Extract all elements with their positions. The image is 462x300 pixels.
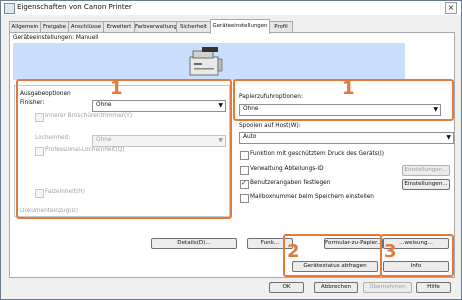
mailbox-checkbox[interactable]: [240, 194, 249, 203]
department-id-checkbox[interactable]: [240, 166, 249, 175]
close-button[interactable]: ×: [445, 2, 457, 14]
ok-button[interactable]: OK: [269, 282, 304, 293]
chevron-down-icon: ▼: [446, 134, 451, 141]
mailbox-label: Mailboxnummer beim Speichern einstellen: [250, 194, 374, 200]
department-id-label: Verwaltung Abteilungs-ID: [250, 166, 324, 172]
spool-value: Auto: [243, 134, 257, 140]
printer-icon: [189, 47, 223, 76]
settings-button-2[interactable]: Einstellungen...: [402, 179, 450, 190]
secure-print-label: Funktion mit geschütztem Druck des Gerät…: [250, 151, 385, 157]
device-image-banner: [13, 43, 405, 80]
device-settings-label: Geräteeinstellungen: Manuell: [13, 35, 99, 41]
title-bar: Eigenschaften von Canon Printer ×: [1, 1, 461, 15]
settings-button-1[interactable]: Einstellungen...: [402, 165, 450, 176]
callout-box-1-left: [16, 79, 232, 219]
tab-geraeteeinstellungen[interactable]: Geräteeinstellungen: [210, 19, 270, 34]
properties-dialog: Eigenschaften von Canon Printer × Allgem…: [0, 0, 462, 300]
printer-window-icon: [4, 3, 15, 14]
secure-print-checkbox[interactable]: [240, 151, 249, 160]
cancel-button[interactable]: Abbrechen: [314, 282, 358, 293]
details-button[interactable]: Details(D)...: [151, 238, 237, 249]
callout-number-1-left: 1: [110, 78, 123, 99]
callout-number-1-right: 1: [342, 78, 355, 99]
window-title: Eigenschaften von Canon Printer: [17, 3, 132, 11]
user-info-checkbox[interactable]: [240, 179, 249, 189]
user-info-label: Benutzerangaben festlegen: [250, 180, 331, 186]
spool-select[interactable]: Auto ▼: [239, 132, 454, 144]
apply-button[interactable]: Übernehmen: [363, 282, 412, 293]
spool-label: Spoolen auf Host(W):: [239, 123, 301, 129]
callout-number-2: 2: [287, 241, 300, 262]
settings-panel: Geräteeinstellungen: Manuell Ausgabeopti…: [9, 32, 455, 278]
help-button[interactable]: Hilfe: [416, 282, 451, 293]
callout-number-3: 3: [384, 241, 397, 262]
